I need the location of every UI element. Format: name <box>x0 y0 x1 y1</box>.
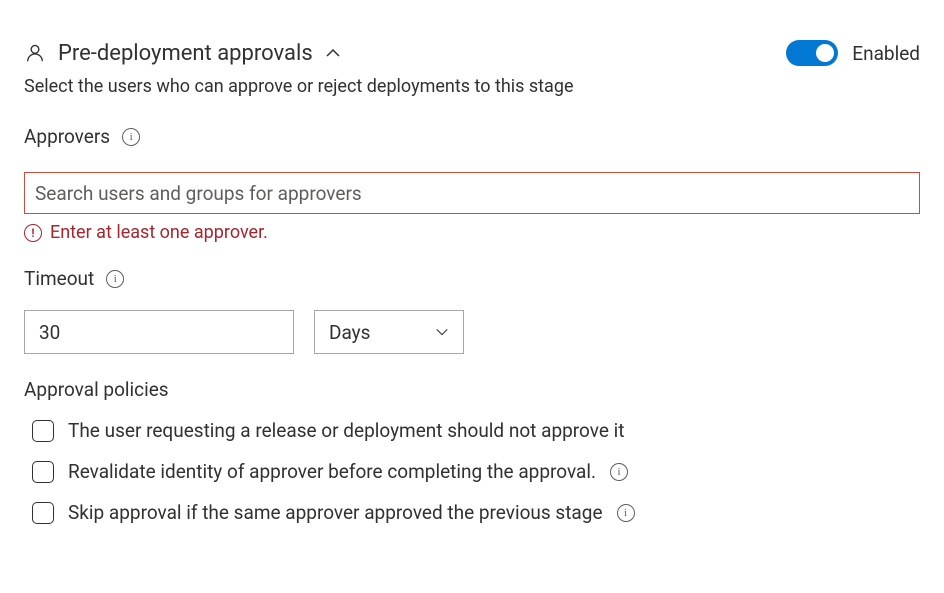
approvers-label: Approvers <box>24 125 110 148</box>
timeout-inputs: Days <box>24 310 920 354</box>
user-icon <box>24 42 46 64</box>
timeout-value-input[interactable] <box>24 310 294 354</box>
policies-heading: Approval policies <box>24 378 920 401</box>
enable-toggle[interactable] <box>786 40 838 66</box>
policy-checkbox-revalidate[interactable] <box>32 461 54 483</box>
timeout-label-row: Timeout i <box>24 267 920 290</box>
approvers-error: ! Enter at least one approver. <box>24 222 920 243</box>
policy-checkbox-requester[interactable] <box>32 420 54 442</box>
error-icon: ! <box>24 224 42 242</box>
section-header: Pre-deployment approvals Enabled <box>24 40 920 66</box>
error-text: Enter at least one approver. <box>50 222 268 243</box>
timeout-unit-select[interactable]: Days <box>314 310 464 354</box>
policy-row: Revalidate identity of approver before c… <box>24 460 920 483</box>
enable-toggle-group: Enabled <box>786 40 920 66</box>
timeout-label: Timeout <box>24 267 94 290</box>
info-icon[interactable]: i <box>617 504 635 522</box>
policy-label: The user requesting a release or deploym… <box>68 419 624 442</box>
policy-checkbox-skip[interactable] <box>32 502 54 524</box>
policy-label: Revalidate identity of approver before c… <box>68 460 596 483</box>
chevron-up-icon <box>325 45 341 61</box>
header-title-group[interactable]: Pre-deployment approvals <box>24 41 341 66</box>
approvers-search-input[interactable] <box>24 172 920 214</box>
section-description: Select the users who can approve or reje… <box>24 76 920 97</box>
toggle-knob <box>816 44 834 62</box>
timeout-unit-value: Days <box>329 321 370 344</box>
info-icon[interactable]: i <box>106 270 124 288</box>
chevron-down-icon <box>435 325 449 339</box>
info-icon[interactable]: i <box>122 128 140 146</box>
approvers-label-row: Approvers i <box>24 125 920 148</box>
info-icon[interactable]: i <box>610 463 628 481</box>
policy-label: Skip approval if the same approver appro… <box>68 501 603 524</box>
section-title: Pre-deployment approvals <box>58 41 313 66</box>
policy-row: The user requesting a release or deploym… <box>24 419 920 442</box>
toggle-label: Enabled <box>852 42 920 65</box>
policy-row: Skip approval if the same approver appro… <box>24 501 920 524</box>
